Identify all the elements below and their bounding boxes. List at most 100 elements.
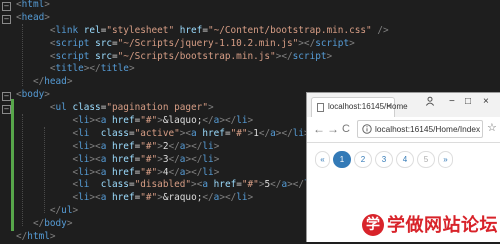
code-token: </ [258, 127, 271, 139]
code-token: > [213, 140, 220, 152]
pagination-item[interactable]: » [438, 151, 453, 168]
info-icon [362, 124, 372, 134]
fold-toggle-icon[interactable]: − [2, 105, 11, 114]
code-line[interactable]: <script src="~/Scripts/jquery-1.10.2.min… [16, 38, 389, 51]
pagination-item[interactable]: 2 [354, 151, 372, 168]
fold-toggle-icon[interactable]: − [2, 15, 11, 24]
forward-arrow-icon[interactable]: → [327, 122, 339, 136]
code-token: script [55, 37, 90, 49]
code-token: ul [61, 205, 73, 217]
code-token: "~/Scripts/bootstrap.min.js" [117, 50, 276, 62]
pagination-item[interactable]: 3 [375, 151, 393, 168]
code-token: li [78, 140, 90, 152]
code-token: > [44, 11, 50, 23]
code-token: src [95, 50, 112, 62]
code-token: >< [89, 140, 101, 152]
code-token: li [202, 166, 214, 178]
pagination-item[interactable]: « [315, 151, 330, 168]
fold-toggle-icon[interactable]: − [2, 92, 11, 101]
code-token: &raquo; [162, 192, 203, 204]
code-token: >< [179, 127, 192, 139]
code-token: </ [168, 166, 180, 178]
code-token: li [202, 140, 214, 152]
code-token: href [112, 140, 135, 152]
bookmark-star-icon[interactable]: ☆ [487, 121, 497, 134]
pagination-item[interactable]: 4 [396, 151, 414, 168]
code-line[interactable]: <title></title> [16, 63, 389, 76]
code-token: href [202, 127, 225, 139]
code-line[interactable]: <script src="~/Scripts/bootstrap.min.js"… [16, 51, 389, 64]
code-token: script [315, 37, 350, 49]
minimize-icon[interactable]: − [449, 97, 455, 107]
code-token: /> [377, 24, 389, 36]
code-token: </ [168, 153, 180, 165]
code-token: </ [270, 179, 282, 191]
code-token: href [112, 192, 135, 204]
code-token: ></ [219, 115, 237, 127]
code-token: > [128, 63, 135, 75]
code-token: > [44, 89, 50, 101]
code-token: > [207, 102, 214, 114]
code-token: href [112, 166, 135, 178]
address-bar[interactable]: localhost:16145/Home/Index [357, 120, 483, 138]
code-token: class [100, 127, 129, 139]
user-icon[interactable] [425, 96, 435, 106]
code-token: ></ [185, 166, 203, 178]
close-window-icon[interactable]: × [483, 97, 489, 107]
code-token: </ [168, 140, 180, 152]
code-token: "~/Scripts/jquery-1.10.2.min.js" [117, 37, 299, 49]
code-line[interactable]: </head> [16, 76, 389, 89]
code-token: >< [89, 192, 101, 204]
code-token: "pagination pager" [106, 102, 208, 114]
code-token: title [55, 63, 84, 75]
code-token: html [21, 0, 45, 10]
code-token: class [72, 102, 101, 114]
tab-close-icon[interactable]: × [386, 101, 391, 111]
code-token: ></ [83, 63, 101, 75]
browser-titlebar: localhost:16145/Home × − □ × [307, 93, 500, 117]
code-token: > [247, 115, 254, 127]
code-token: > [72, 205, 79, 217]
browser-tab[interactable]: localhost:16145/Home × [311, 97, 408, 117]
code-token: title [100, 63, 129, 75]
code-token: ></ [185, 153, 203, 165]
code-token: li [202, 153, 214, 165]
code-token: li [236, 115, 248, 127]
code-line[interactable]: <head> [16, 12, 389, 25]
fold-toggle-icon[interactable]: − [2, 2, 11, 11]
code-token: li [78, 115, 90, 127]
code-token: ></ [185, 140, 203, 152]
code-token: li [236, 192, 248, 204]
pagination-item[interactable]: 1 [333, 151, 351, 168]
code-token: </ [16, 231, 28, 243]
code-line[interactable]: <link rel="stylesheet" href="~/Content/b… [16, 25, 389, 38]
back-arrow-icon[interactable]: ← [313, 122, 325, 136]
tab-title: localhost:16145/Home [328, 102, 408, 111]
address-url: localhost:16145/Home/Index [375, 124, 481, 134]
code-token: ul [55, 102, 67, 114]
maximize-icon[interactable]: □ [465, 97, 471, 107]
code-token: >< [89, 166, 101, 178]
code-line[interactable]: <html> [16, 0, 389, 12]
code-token: > [247, 192, 254, 204]
code-token: ></ [219, 192, 237, 204]
watermark-text: 学做网站论坛 [387, 215, 498, 236]
reload-icon[interactable]: C [342, 122, 350, 136]
code-token: >< [191, 179, 203, 191]
code-token: li [78, 192, 90, 204]
code-token: li [292, 127, 305, 139]
code-token: "#" [230, 127, 248, 139]
code-token: href [179, 24, 203, 36]
code-token: link [55, 24, 79, 36]
browser-toolbar: ← → C localhost:16145/Home/Index ☆ [307, 117, 500, 143]
page-icon [317, 103, 324, 112]
